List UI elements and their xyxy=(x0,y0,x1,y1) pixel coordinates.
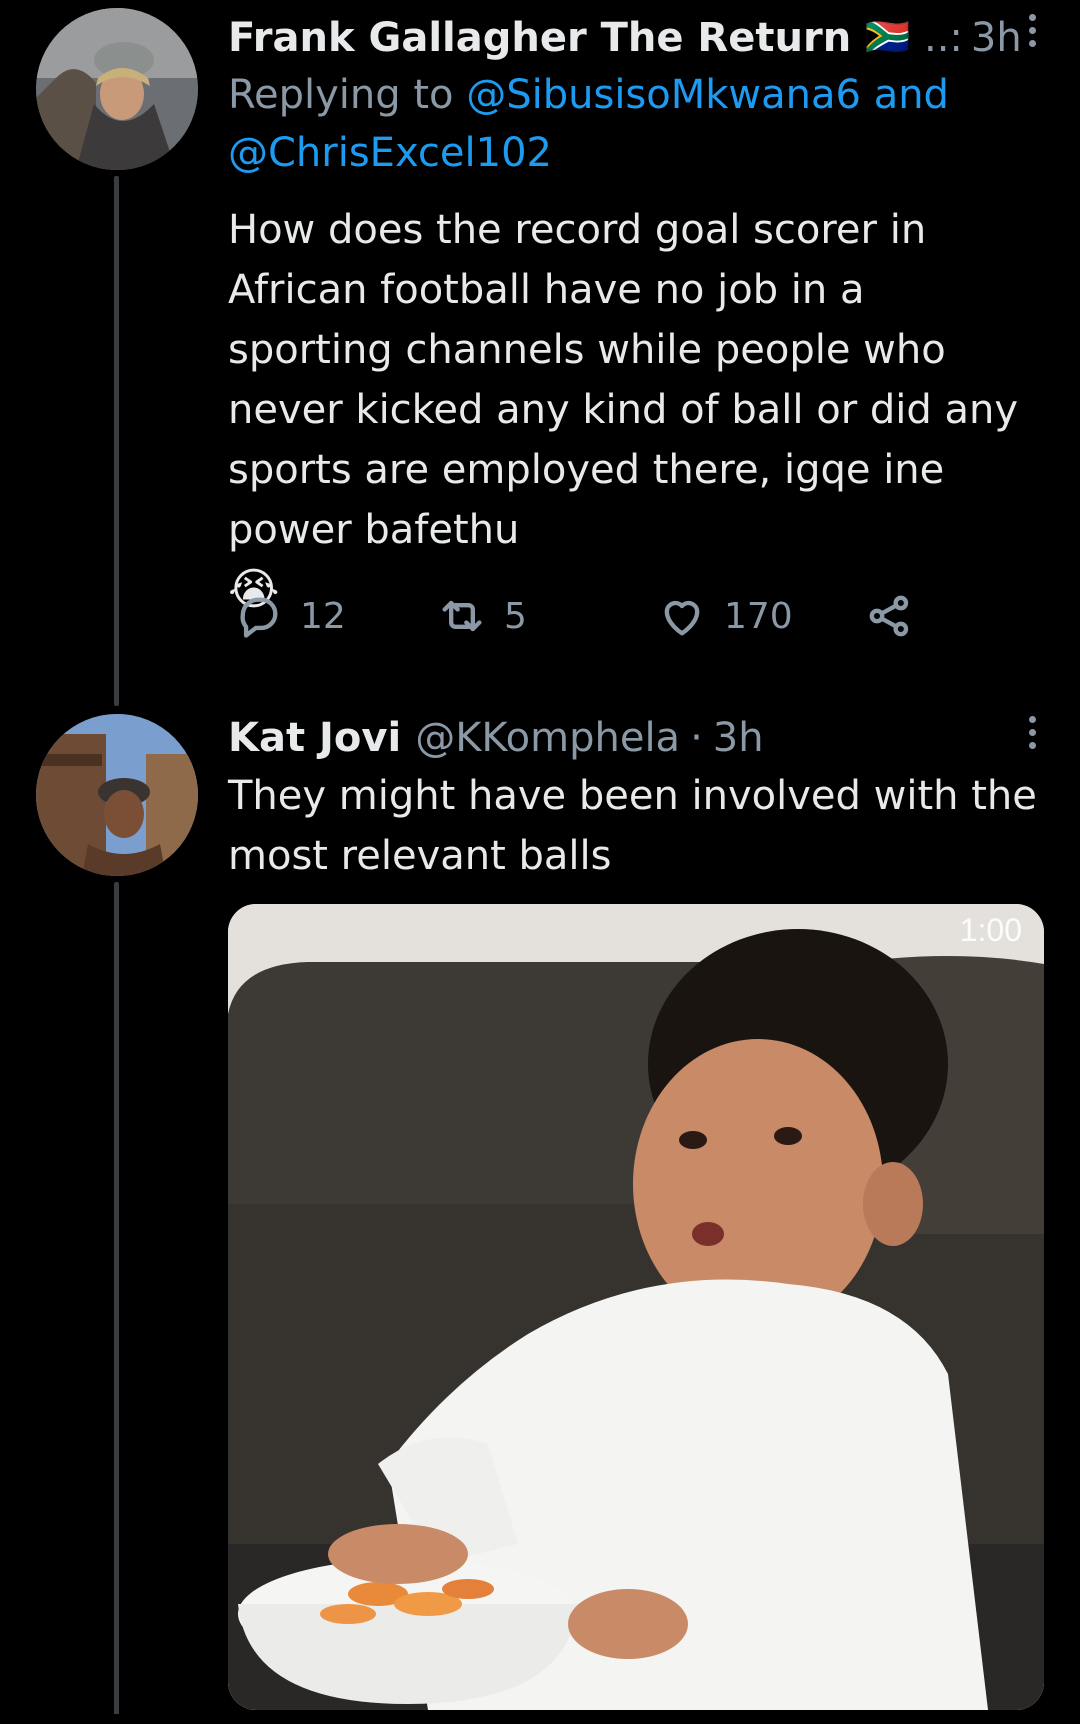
like-count: 170 xyxy=(724,595,793,637)
mention-link-1[interactable]: @SibusisoMkwana6 xyxy=(466,72,861,118)
retweet-count: 5 xyxy=(504,595,527,637)
tweet-text-content: How does the record goal scorer in Afric… xyxy=(228,207,1018,553)
more-dot xyxy=(1028,742,1036,749)
avatar[interactable] xyxy=(36,8,198,170)
more-dot xyxy=(1028,729,1036,736)
share-icon xyxy=(869,595,909,637)
more-dot xyxy=(1028,27,1036,34)
reply-count: 12 xyxy=(300,595,346,637)
more-options-button[interactable] xyxy=(1020,14,1044,47)
tweet-header: Frank Gallagher The Return 🇿🇦 ..: 3h xyxy=(228,10,1040,66)
tweet-text: They might have been involved with the m… xyxy=(228,766,1040,886)
more-dot xyxy=(1028,40,1036,47)
tweet-frank[interactable]: Frank Gallagher The Return 🇿🇦 ..: 3h Rep… xyxy=(228,10,1040,621)
display-name[interactable]: Kat Jovi xyxy=(228,710,401,766)
tweet-text-content: They might have been involved with the m… xyxy=(228,773,1037,879)
video-duration: 1:00 xyxy=(959,912,1022,948)
tweet-header: Kat Jovi @KKomphela · 3h xyxy=(228,710,1040,766)
avatar-image xyxy=(36,8,198,170)
handle[interactable]: @KKomphela xyxy=(415,710,680,766)
video-thumbnail xyxy=(228,904,1044,1710)
flag-icon: 🇿🇦 xyxy=(865,17,910,58)
more-dot xyxy=(1028,716,1036,723)
mention-link-2[interactable]: @ChrisExcel102 xyxy=(228,130,552,176)
timestamp[interactable]: 3h xyxy=(713,710,764,766)
reply-icon xyxy=(240,597,278,638)
tweet-kat[interactable]: Kat Jovi @KKomphela · 3h They might have… xyxy=(228,710,1040,886)
share-button[interactable] xyxy=(864,584,916,648)
separator: · xyxy=(690,715,703,761)
tweet-text: How does the record goal scorer in Afric… xyxy=(228,200,1040,621)
more-dot xyxy=(1028,14,1036,21)
replying-to: Replying to @SibusisoMkwana6 and @ChrisE… xyxy=(228,66,1040,182)
avatar[interactable] xyxy=(36,714,198,876)
reply-button[interactable]: 12 xyxy=(232,584,346,648)
timestamp[interactable]: 3h xyxy=(971,10,1022,66)
thread-line-top xyxy=(114,176,119,706)
avatar-image xyxy=(36,714,198,876)
handle[interactable]: ..: xyxy=(924,10,963,66)
like-button[interactable]: 170 xyxy=(656,584,793,648)
more-options-button[interactable] xyxy=(1020,716,1044,749)
video-player[interactable]: 1:00 xyxy=(228,904,1044,1710)
retweet-button[interactable]: 5 xyxy=(436,584,527,648)
retweet-icon xyxy=(442,600,482,632)
display-name[interactable]: Frank Gallagher The Return xyxy=(228,10,851,66)
thread-line-bottom xyxy=(114,882,119,1724)
heart-icon xyxy=(664,600,700,636)
tweet-actions: 12 5 170 xyxy=(228,584,928,648)
mention-and: and xyxy=(873,72,949,118)
bottom-edge xyxy=(0,1714,1080,1724)
replying-to-label: Replying to xyxy=(228,72,454,118)
